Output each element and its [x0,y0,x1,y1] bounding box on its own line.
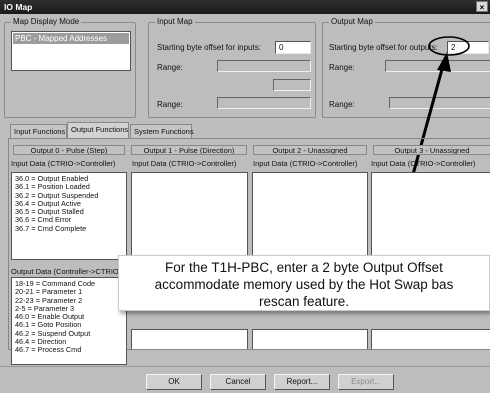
column-header-output-2: Output 2 - Unassigned [253,145,367,155]
input-offset-field[interactable]: 0 [275,41,311,54]
input-data-label-1: Input Data (CTRIO->Controller) [132,159,237,168]
annotation-callout: For the T1H-PBC, enter a 2 byte Output O… [118,255,490,311]
input-range-display-2 [217,97,311,109]
input-range-label-2: Range: [157,100,183,109]
callout-line-1: For the T1H-PBC, enter a 2 byte Output O… [165,260,443,275]
cancel-button[interactable]: Cancel [210,374,266,390]
input-data-box-1 [131,172,248,260]
output-map-group: Output Map Starting byte offset for outp… [322,17,490,118]
footer-divider [0,366,490,367]
output-item: 46.7 = Process Cmd [15,345,82,355]
window-titlebar: IO Map × [0,0,490,14]
close-button[interactable]: × [476,1,488,12]
map-display-mode-selected-item[interactable]: PBC - Mapped Addresses [13,33,129,44]
input-data-label-3: Input Data (CTRIO->Controller) [371,159,476,168]
callout-line-3: rescan feature. [258,294,350,309]
input-range-label-1: Range: [157,63,183,72]
input-item: 36.7 = Cmd Complete [15,223,87,233]
report-button[interactable]: Report... [274,374,330,390]
output-data-box-0: 18-19 = Command Code 20-21 = Parameter 1… [11,277,127,365]
column-header-output-1: Output 1 - Pulse (Direction) [131,145,247,155]
column-header-output-0: Output 0 - Pulse (Step) [13,145,125,155]
output-data-label-0: Output Data (Controller->CTRIO) [11,267,122,276]
output-data-box-3 [371,329,490,349]
input-range-display-1 [217,60,311,72]
output-functions-panel: Output 0 - Pulse (Step) Output 1 - Pulse… [8,138,490,365]
output-range-label-2: Range: [329,100,355,109]
callout-line-2: accommodate memory used by the Hot Swap … [154,277,454,292]
input-data-label-0: Input Data (CTRIO->Controller) [11,159,116,168]
window-title: IO Map [4,2,33,12]
output-offset-label: Starting byte offset for outputs: [329,43,438,52]
output-offset-field[interactable]: 2 [447,41,489,54]
input-data-label-2: Input Data (CTRIO->Controller) [253,159,358,168]
tab-input-functions[interactable]: Input Functions [10,124,67,138]
output-data-box-1 [131,329,248,349]
output-data-box-2 [252,329,368,349]
map-display-mode-label: Map Display Mode [11,17,82,26]
column-header-output-3: Output 3 - Unassigned [373,145,490,155]
input-map-group: Input Map Starting byte offset for input… [148,17,316,118]
input-data-box-2 [252,172,368,260]
input-data-box-0: 36.0 = Output Enabled 36.1 = Position Lo… [11,172,127,260]
input-map-label: Input Map [155,17,195,26]
input-data-box-3 [371,172,490,260]
tab-system-functions[interactable]: System Functions [130,124,194,138]
export-button: Export... [338,374,394,390]
input-range-display-mid [273,79,311,91]
output-range-display-1 [385,60,490,72]
tab-output-functions[interactable]: Output Functions [67,122,129,138]
output-map-label: Output Map [329,17,375,26]
output-range-display-2 [389,97,490,109]
map-display-mode-group: Map Display Mode PBC - Mapped Addresses [4,17,136,118]
ok-button[interactable]: OK [146,374,202,390]
map-display-mode-list[interactable]: PBC - Mapped Addresses [11,31,131,71]
output-range-label-1: Range: [329,63,355,72]
input-offset-label: Starting byte offset for inputs: [157,43,261,52]
